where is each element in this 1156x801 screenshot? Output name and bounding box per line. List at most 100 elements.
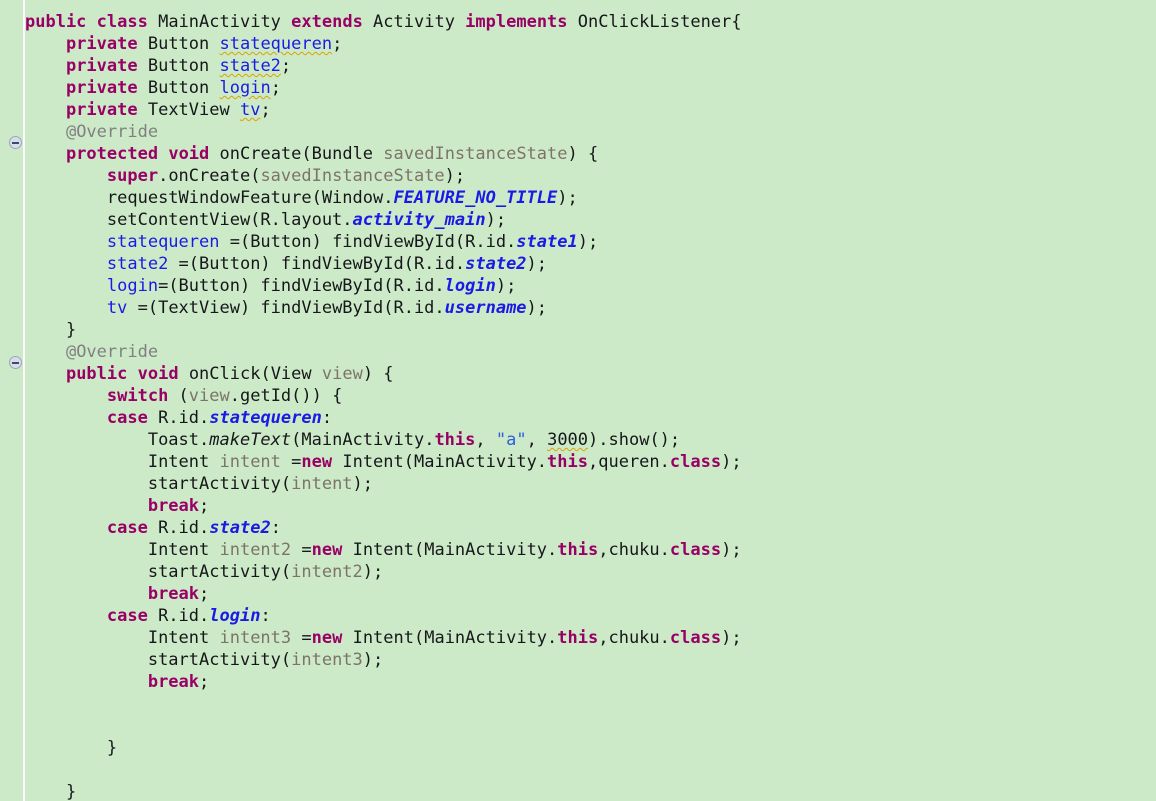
code-line[interactable]: public class MainActivity extends Activi… xyxy=(25,11,742,33)
code-token: ); xyxy=(485,210,507,230)
code-token: Activity xyxy=(362,12,466,32)
code-token: intent xyxy=(219,452,281,472)
code-line[interactable]: private Button statequeren; xyxy=(25,33,742,55)
code-token: protected xyxy=(65,144,159,164)
code-line[interactable]: break; xyxy=(25,495,742,517)
code-line[interactable]: @Override xyxy=(25,341,742,363)
code-line[interactable]: Toast.makeText(MainActivity.this, "a", 3… xyxy=(25,429,742,451)
code-line[interactable]: startActivity(intent3); xyxy=(25,649,742,671)
code-token: private xyxy=(65,100,138,120)
code-token: ); xyxy=(526,298,548,318)
code-line[interactable]: } xyxy=(25,737,742,759)
code-token: intent3 xyxy=(291,650,363,670)
code-token: Intent xyxy=(147,452,220,472)
code-token: void xyxy=(137,364,179,384)
code-editor[interactable]: public class MainActivity extends Activi… xyxy=(0,0,1156,801)
fold-marker-override-onclick[interactable] xyxy=(9,356,22,369)
code-line[interactable]: } xyxy=(25,319,742,341)
code-token: .onCreate( xyxy=(158,166,261,186)
code-line[interactable]: startActivity(intent); xyxy=(25,473,742,495)
code-token: savedInstanceState xyxy=(260,166,445,186)
code-line[interactable]: switch (view.getId()) { xyxy=(25,385,742,407)
code-line[interactable]: super.onCreate(savedInstanceState); xyxy=(25,165,742,187)
code-token: case xyxy=(106,518,148,538)
code-token: } xyxy=(65,782,77,801)
code-line[interactable]: state2 =(Button) findViewById(R.id.state… xyxy=(25,253,742,275)
code-content[interactable]: public class MainActivity extends Activi… xyxy=(25,11,742,801)
code-line[interactable]: break; xyxy=(25,583,742,605)
code-token: statequeren xyxy=(209,408,322,428)
code-token: state2 xyxy=(106,254,169,274)
code-token: private xyxy=(65,56,138,76)
code-token: onCreate(Bundle xyxy=(209,144,384,164)
code-line[interactable]: startActivity(intent2); xyxy=(25,561,742,583)
code-line[interactable]: public void onClick(View view) { xyxy=(25,363,742,385)
code-line[interactable]: case R.id.login: xyxy=(25,605,742,627)
code-token: MainActivity xyxy=(147,12,292,32)
code-token: ; xyxy=(332,34,343,54)
code-token: ); xyxy=(577,232,599,252)
code-line[interactable]: ​ xyxy=(25,759,742,781)
code-token: this xyxy=(557,540,599,560)
code-token: : xyxy=(321,408,333,428)
code-line[interactable]: case R.id.statequeren: xyxy=(25,407,742,429)
code-line[interactable]: @Override xyxy=(25,121,742,143)
code-token: savedInstanceState xyxy=(383,144,568,164)
code-token: activity_main xyxy=(352,210,486,230)
code-line[interactable]: statequeren =(Button) findViewById(R.id.… xyxy=(25,231,742,253)
code-line[interactable]: protected void onCreate(Bundle savedInst… xyxy=(25,143,742,165)
code-line[interactable]: } xyxy=(25,781,742,801)
code-line[interactable]: private Button state2; xyxy=(25,55,742,77)
code-line[interactable]: Intent intent =new Intent(MainActivity.t… xyxy=(25,451,742,473)
code-line[interactable]: private TextView tv; xyxy=(25,99,742,121)
code-token: R.id. xyxy=(147,518,210,538)
code-line[interactable]: setContentView(R.layout.activity_main); xyxy=(25,209,742,231)
code-token: extends xyxy=(291,12,363,32)
code-token: ); xyxy=(444,166,466,186)
fold-marker-override-oncreate[interactable] xyxy=(9,136,22,149)
code-token: this xyxy=(547,452,588,472)
code-line[interactable]: Intent intent3 =new Intent(MainActivity.… xyxy=(25,627,742,649)
code-line[interactable]: Intent intent2 =new Intent(MainActivity.… xyxy=(25,539,742,561)
code-token: void xyxy=(168,144,210,164)
code-token: public xyxy=(65,364,128,384)
code-token: ); xyxy=(526,254,548,274)
code-line[interactable]: ​ xyxy=(25,693,742,715)
code-line[interactable]: tv =(TextView) findViewById(R.id.usernam… xyxy=(25,297,742,319)
code-token: ).show(); xyxy=(588,430,681,450)
code-token: class xyxy=(669,628,722,648)
code-token: OnClickListener{ xyxy=(567,12,742,32)
code-line[interactable]: private Button login; xyxy=(25,77,742,99)
code-line[interactable]: requestWindowFeature(Window.FEATURE_NO_T… xyxy=(25,187,742,209)
code-token: ; xyxy=(270,78,281,98)
editor-gutter[interactable] xyxy=(0,0,23,801)
code-token: ); xyxy=(352,474,374,494)
code-token: setContentView(R.layout. xyxy=(106,210,353,230)
code-line[interactable]: break; xyxy=(25,671,742,693)
code-token: implements xyxy=(465,12,568,32)
code-line[interactable]: case R.id.state2: xyxy=(25,517,742,539)
code-token: switch xyxy=(106,386,169,406)
code-line[interactable]: ​ xyxy=(25,715,742,737)
code-token: state2 xyxy=(219,56,281,76)
code-line[interactable]: login=(Button) findViewById(R.id.login); xyxy=(25,275,742,297)
code-token: super xyxy=(106,166,159,186)
code-token: ); xyxy=(721,628,742,648)
